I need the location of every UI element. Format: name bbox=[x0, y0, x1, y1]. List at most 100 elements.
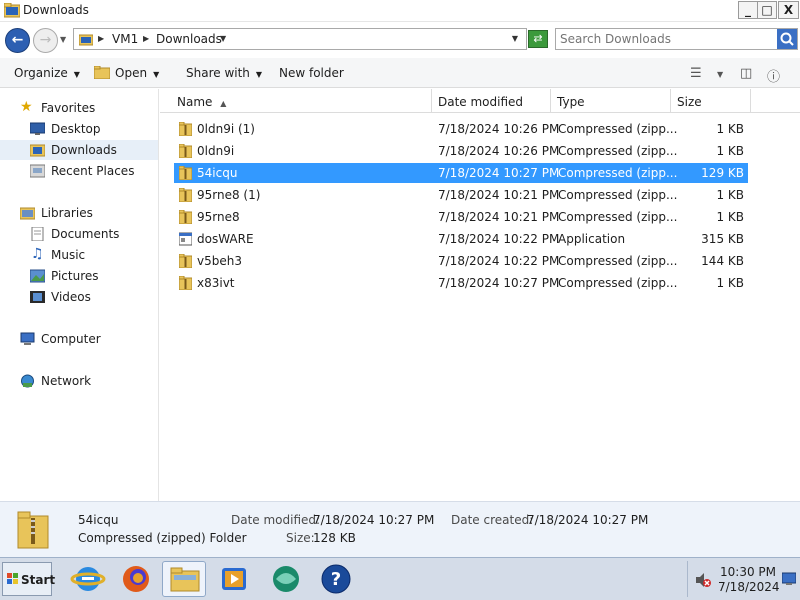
taskbar-windows-explorer[interactable] bbox=[162, 561, 206, 597]
file-row[interactable]: 0ldn9i 7/18/2024 10:26 PM Compressed (zipp… bbox=[174, 141, 748, 161]
refresh-button[interactable]: ⇄ bbox=[528, 30, 548, 48]
file-type: Compressed (zipp... bbox=[558, 254, 678, 268]
file-row[interactable]: dosWARE 7/18/2024 10:22 PM Application 315 … bbox=[174, 229, 748, 249]
details-date-created-label: Date created: bbox=[451, 513, 534, 527]
forward-arrow-icon: → bbox=[39, 32, 52, 48]
nav-network[interactable]: Network bbox=[0, 371, 158, 391]
windows-explorer-icon bbox=[170, 567, 200, 592]
clock[interactable]: 10:30 PM 7/18/2024 bbox=[718, 565, 780, 595]
nav-label: Network bbox=[41, 374, 92, 388]
file-date-modified: 7/18/2024 10:21 PM bbox=[438, 188, 560, 202]
window-title: Downloads bbox=[23, 3, 89, 17]
file-size: 1 KB bbox=[716, 188, 744, 202]
nav-recent-places[interactable]: Recent Places bbox=[0, 161, 158, 181]
nav-music[interactable]: ♫ Music bbox=[0, 245, 158, 265]
column-size[interactable]: Size bbox=[671, 89, 751, 113]
column-date-label: Date modified bbox=[438, 95, 524, 109]
zip-folder-icon bbox=[179, 210, 192, 224]
breadcrumb-vm1[interactable]: VM1 bbox=[112, 32, 138, 46]
share-with-menu[interactable]: Share with ▼ bbox=[186, 66, 262, 80]
taskbar-chat[interactable] bbox=[264, 561, 308, 597]
libraries-icon bbox=[20, 207, 35, 220]
nav-downloads[interactable]: Downloads bbox=[0, 140, 158, 160]
search-input[interactable] bbox=[560, 31, 770, 47]
column-size-label: Size bbox=[677, 95, 702, 109]
taskbar-firefox[interactable] bbox=[114, 561, 158, 597]
nav-documents[interactable]: Documents bbox=[0, 224, 158, 244]
open-button[interactable]: Open ▼ bbox=[115, 66, 159, 80]
forward-button[interactable]: → bbox=[33, 28, 58, 53]
taskbar-help[interactable]: ? bbox=[314, 561, 358, 597]
organize-label: Organize bbox=[14, 66, 68, 80]
file-row[interactable]: v5beh3 7/18/2024 10:22 PM Compressed (zipp… bbox=[174, 251, 748, 271]
file-date-modified: 7/18/2024 10:22 PM bbox=[438, 254, 560, 268]
file-row[interactable]: 54icqu 7/18/2024 10:27 PM Compressed (zipp… bbox=[174, 163, 748, 183]
breadcrumb-separator[interactable]: ▶ bbox=[98, 34, 104, 43]
column-name-label: Name bbox=[177, 95, 213, 109]
start-button[interactable]: Start bbox=[2, 562, 55, 596]
show-desktop-icon[interactable] bbox=[782, 572, 796, 586]
folder-icon bbox=[79, 34, 93, 46]
preview-pane-icon[interactable]: ◫ bbox=[740, 66, 752, 81]
volume-muted-icon[interactable] bbox=[695, 572, 711, 588]
view-dropdown-icon[interactable]: ▼ bbox=[717, 70, 723, 79]
breadcrumb-separator[interactable]: ▶ bbox=[143, 34, 149, 43]
file-row[interactable]: x83ivt 7/18/2024 10:27 PM Compressed (zipp… bbox=[174, 273, 748, 293]
navigation-pane: ★ Favorites Desktop Downloads Recent Pla… bbox=[0, 89, 159, 501]
firefox-icon bbox=[123, 566, 149, 592]
column-type[interactable]: Type bbox=[551, 89, 671, 113]
back-button[interactable]: ← bbox=[5, 28, 30, 53]
refresh-icon: ⇄ bbox=[533, 32, 543, 45]
address-bar[interactable]: ▶ VM1 ▶ Downloads ▼ ▼ bbox=[73, 28, 527, 50]
file-type: Compressed (zipp... bbox=[558, 122, 678, 136]
zip-folder-icon bbox=[179, 188, 192, 202]
nav-favorites[interactable]: ★ Favorites bbox=[0, 98, 158, 118]
file-row[interactable]: 95rne8 7/18/2024 10:21 PM Compressed (zipp… bbox=[174, 207, 748, 227]
help-icon: ? bbox=[321, 564, 351, 594]
taskbar-media-player[interactable] bbox=[212, 561, 256, 597]
file-date-modified: 7/18/2024 10:27 PM bbox=[438, 276, 560, 290]
help-icon[interactable]: ⓘ bbox=[767, 66, 780, 85]
file-name: x83ivt bbox=[197, 276, 235, 290]
nav-libraries[interactable]: Libraries bbox=[0, 203, 158, 223]
nav-desktop[interactable]: Desktop bbox=[0, 119, 158, 139]
organize-menu[interactable]: Organize ▼ bbox=[14, 66, 80, 80]
share-with-label: Share with bbox=[186, 66, 250, 80]
nav-label: Libraries bbox=[41, 206, 93, 220]
close-button[interactable]: X bbox=[778, 1, 799, 19]
column-date-modified[interactable]: Date modified bbox=[432, 89, 551, 113]
column-header-row: Name ▲ Date modified Type Size bbox=[160, 89, 800, 113]
windows-logo-icon bbox=[7, 573, 18, 584]
nav-label: Pictures bbox=[51, 269, 99, 283]
minimize-button[interactable]: _ bbox=[738, 1, 758, 19]
nav-videos[interactable]: Videos bbox=[0, 287, 158, 307]
file-row[interactable]: 0ldn9i (1) 7/18/2024 10:26 PM Compressed (… bbox=[174, 119, 748, 139]
taskbar-internet-explorer[interactable] bbox=[66, 561, 110, 597]
file-name: 95rne8 (1) bbox=[197, 188, 261, 202]
music-icon: ♫ bbox=[31, 246, 44, 262]
file-type: Application bbox=[558, 232, 626, 246]
nav-label: Favorites bbox=[41, 101, 96, 115]
nav-label: Downloads bbox=[51, 143, 117, 157]
file-row[interactable]: 95rne8 (1) 7/18/2024 10:21 PM Compressed (… bbox=[174, 185, 748, 205]
open-folder-icon bbox=[94, 66, 110, 79]
search-box[interactable] bbox=[555, 28, 798, 50]
new-folder-button[interactable]: New folder bbox=[279, 66, 344, 80]
view-options-icon[interactable]: ☰ bbox=[690, 66, 702, 81]
svg-text:?: ? bbox=[331, 569, 341, 590]
maximize-button[interactable]: □ bbox=[757, 1, 777, 19]
recent-pages-dropdown[interactable]: ▼ bbox=[60, 35, 66, 44]
search-button[interactable] bbox=[777, 29, 797, 49]
column-name[interactable]: Name ▲ bbox=[160, 89, 432, 113]
breadcrumb-separator[interactable]: ▼ bbox=[220, 34, 226, 43]
file-name: dosWARE bbox=[197, 232, 254, 246]
breadcrumb-downloads[interactable]: Downloads bbox=[156, 32, 222, 46]
address-dropdown[interactable]: ▼ bbox=[512, 34, 518, 43]
file-name: 0ldn9i (1) bbox=[197, 122, 255, 136]
system-tray: 10:30 PM 7/18/2024 bbox=[687, 561, 798, 597]
application-icon bbox=[179, 232, 192, 246]
nav-pictures[interactable]: Pictures bbox=[0, 266, 158, 286]
column-type-label: Type bbox=[557, 95, 585, 109]
nav-computer[interactable]: Computer bbox=[0, 329, 158, 349]
nav-label: Music bbox=[51, 248, 86, 262]
